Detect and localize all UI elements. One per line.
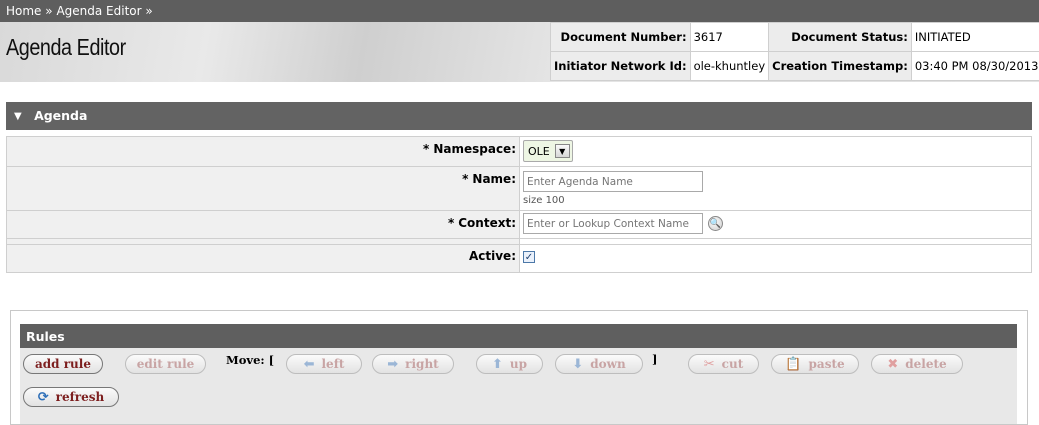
add-rule-button[interactable]: add rule	[23, 354, 103, 374]
scissors-icon: ✂	[703, 357, 715, 372]
move-right-button[interactable]: ➡ right	[372, 354, 454, 374]
move-down-button[interactable]: ⬇ down	[555, 354, 643, 374]
refresh-button[interactable]: ⟳ refresh	[23, 387, 119, 407]
agenda-section-title: Agenda	[34, 108, 88, 123]
move-up-button[interactable]: ⬆ up	[476, 354, 543, 374]
active-field-cell: ✓	[519, 244, 1032, 273]
required-marker: *	[447, 216, 455, 230]
name-size-hint: size 100	[523, 195, 565, 206]
document-status-label: Document Status:	[768, 22, 912, 52]
rules-section-title: Rules	[20, 324, 1017, 348]
move-bracket-close: ]	[652, 352, 658, 366]
delete-button[interactable]: ✖ delete	[871, 354, 963, 374]
move-left-label: left	[321, 357, 345, 371]
triangle-down-icon: ▼	[14, 111, 22, 122]
paste-label: paste	[808, 357, 845, 371]
arrow-up-icon: ⬆	[491, 357, 503, 372]
refresh-icon: ⟳	[37, 390, 49, 405]
move-left-button[interactable]: ⬅ left	[286, 354, 362, 374]
agenda-section-toggle[interactable]: ▼ Agenda	[6, 102, 1032, 130]
breadcrumb: Home » Agenda Editor »	[0, 0, 1039, 22]
initiator-label: Initiator Network Id:	[550, 51, 691, 81]
breadcrumb-home-link[interactable]: Home	[6, 4, 41, 18]
arrow-down-icon: ⬇	[572, 357, 584, 372]
document-info-table: Document Number: 3617 Document Status: I…	[550, 22, 1039, 81]
delete-x-icon: ✖	[887, 357, 899, 372]
namespace-selected-value: OLE	[528, 144, 550, 158]
agenda-form: *Namespace: OLE ▼ *Name: size 100 *Conte…	[6, 136, 1032, 273]
name-field-cell: size 100	[519, 166, 1032, 211]
namespace-select[interactable]: OLE ▼	[523, 140, 573, 162]
active-label-cell: Active:	[6, 244, 520, 273]
name-label: Name:	[472, 172, 516, 186]
delete-label: delete	[905, 357, 947, 371]
document-number-value: 3617	[689, 22, 770, 52]
arrow-left-icon: ⬅	[303, 357, 315, 372]
context-label: Context:	[458, 216, 516, 230]
cut-label: cut	[721, 357, 744, 371]
move-up-label: up	[509, 357, 528, 371]
magnifier-lookup-icon[interactable]: 🔍	[708, 215, 723, 231]
required-marker: *	[462, 172, 469, 186]
move-down-label: down	[590, 357, 626, 371]
breadcrumb-separator: »	[45, 4, 53, 18]
refresh-label: refresh	[55, 390, 105, 404]
page-title: Agenda Editor	[6, 34, 126, 60]
context-label-cell: * Context:	[6, 210, 520, 239]
move-label: Move: [	[226, 353, 275, 367]
chevron-down-icon: ▼	[554, 144, 570, 158]
creation-timestamp-label: Creation Timestamp:	[768, 51, 912, 81]
context-field-cell: 🔍	[519, 210, 1032, 239]
move-right-label: right	[405, 357, 439, 371]
initiator-value: ole-khuntley	[689, 51, 770, 81]
clipboard-icon: 📋	[785, 357, 802, 372]
arrow-right-icon: ➡	[387, 357, 399, 372]
active-label: Active:	[468, 249, 516, 263]
edit-rule-button[interactable]: edit rule	[125, 354, 206, 374]
context-input[interactable]	[523, 213, 703, 234]
cut-button[interactable]: ✂ cut	[688, 354, 759, 374]
document-status-value: INITIATED	[910, 22, 1039, 52]
name-label-cell: * Name:	[6, 166, 520, 211]
agenda-name-input[interactable]	[523, 171, 703, 192]
required-marker: *	[423, 142, 430, 156]
namespace-label-cell: * Namespace:	[6, 136, 520, 167]
document-number-label: Document Number:	[550, 22, 691, 52]
breadcrumb-separator: »	[145, 4, 153, 18]
namespace-label: Namespace:	[433, 142, 516, 156]
creation-timestamp-value: 03:40 PM 08/30/2013	[910, 51, 1039, 81]
active-checkbox[interactable]: ✓	[523, 251, 535, 263]
paste-button[interactable]: 📋 paste	[771, 354, 859, 374]
breadcrumb-current-link[interactable]: Agenda Editor	[56, 4, 141, 18]
namespace-field-cell: OLE ▼	[519, 136, 1032, 167]
